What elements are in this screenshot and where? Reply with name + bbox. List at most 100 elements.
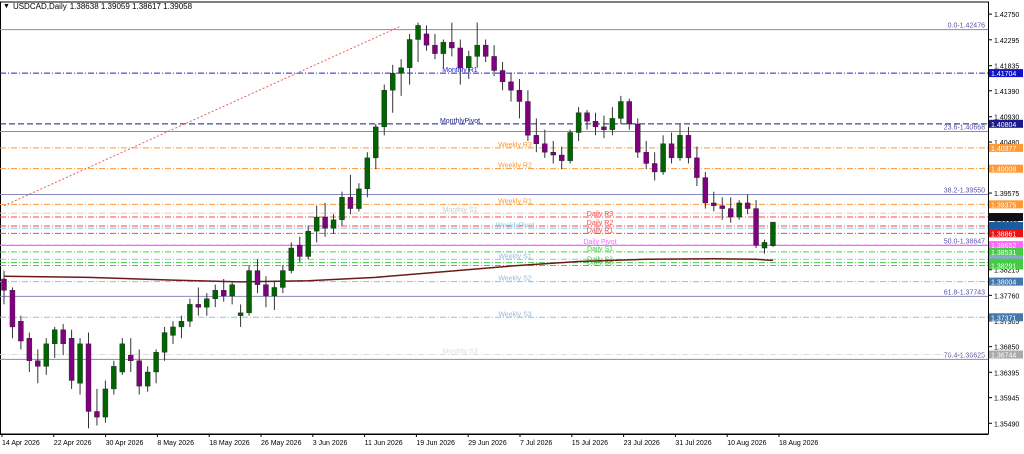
price-tag-label: 1.40377 [991, 146, 1016, 153]
candle-body [178, 321, 185, 328]
candle-body [635, 123, 641, 153]
candle-body [736, 202, 742, 218]
candle-body [626, 101, 632, 125]
x-tick-label: 22 Apr 2026 [54, 440, 92, 447]
y-tick-label: 1.35945 [994, 396, 1019, 403]
candle-body [466, 56, 472, 68]
y-tick-label: 1.35490 [994, 421, 1019, 428]
candle-body [170, 326, 176, 336]
candle-body [711, 202, 717, 206]
x-tick-label: 19 Jun 2026 [416, 440, 455, 447]
candle-body [668, 143, 675, 159]
candle-body [43, 343, 49, 367]
price-tag-label: 1.36744 [991, 353, 1016, 360]
x-tick-label: 30 Apr 2026 [106, 440, 144, 447]
candle-body [694, 157, 700, 178]
fib-level-label: 23.6-1.40668 [944, 124, 985, 131]
candle-body [406, 39, 413, 68]
candle-body [618, 101, 624, 119]
price-tag-label: 1.37371 [991, 315, 1016, 322]
ohlc-readout: 1.38638 1.39059 1.38617 1.39058 [69, 2, 193, 11]
candle-body [339, 197, 345, 221]
fib-level-label: 50.0-1.38647 [944, 238, 985, 245]
candle-body [482, 44, 489, 57]
candle-body [677, 135, 683, 159]
price-tag-label: 1.41704 [991, 71, 1016, 78]
candle-body [1, 278, 7, 291]
candle-body [305, 230, 311, 257]
pivot-level-label: Weekly R2 [498, 163, 532, 170]
candle-body [398, 67, 404, 74]
y-tick-label: 1.36395 [994, 370, 1019, 377]
candle-body [246, 270, 252, 314]
candle-body [280, 270, 286, 288]
price-chart[interactable]: 1.427501.422951.418351.413901.409301.404… [0, 0, 1024, 449]
pivot-level-label: Daily S1 [587, 246, 613, 253]
pivot-level-label: Daily R1 [587, 227, 614, 234]
x-tick-label: 11 Jun 2026 [365, 440, 403, 447]
candle-body [144, 371, 151, 387]
candle-body [601, 126, 607, 130]
x-tick-label: 29 Jun 2026 [468, 440, 507, 447]
candle-body [423, 33, 430, 46]
candle-body [643, 152, 649, 164]
candle-body [525, 101, 531, 136]
candle-body [94, 411, 100, 418]
candle-body [744, 202, 751, 209]
fib-level-label: 61.8-1.37743 [944, 289, 985, 296]
candle-body [660, 143, 666, 173]
candle-body [128, 354, 134, 361]
candle-body [254, 270, 261, 285]
candle-body [136, 360, 142, 387]
candle-body [440, 42, 447, 54]
candle-body [390, 73, 396, 91]
candle-body [415, 25, 421, 40]
candle-body [567, 132, 573, 161]
y-tick-label: 1.37760 [994, 293, 1019, 300]
candle-body [161, 332, 168, 353]
candle-body [153, 352, 159, 373]
candle-body [77, 343, 83, 384]
candle-body [288, 247, 294, 271]
candle-body [728, 208, 734, 218]
candle-body [364, 157, 371, 190]
candle-body [220, 290, 227, 297]
candle-body [575, 112, 582, 133]
x-tick-label: 14 Apr 2026 [2, 440, 40, 447]
pivot-level-label: Monthly S1 [442, 207, 477, 214]
candle-body [322, 216, 328, 229]
candle-body [195, 304, 202, 308]
pivot-level-label: Weekly S2 [498, 276, 531, 283]
candle-body [237, 312, 244, 316]
candle-body [491, 56, 497, 71]
candle-body [68, 337, 75, 381]
dropdown-caret-icon[interactable]: ▼ [3, 3, 10, 10]
pivot-level-label: Weekly R1 [498, 198, 532, 205]
candle-body [584, 112, 590, 122]
price-tag-label: 1.38004 [991, 280, 1016, 287]
candle-body [330, 219, 337, 229]
price-tag-label: 1.38291 [991, 263, 1016, 270]
x-tick-label: 10 Aug 2026 [727, 440, 766, 447]
candle-body [533, 135, 540, 144]
x-tick-label: 3 Jun 2026 [313, 440, 348, 447]
chart-root: ▼ USDCAD,Daily 1.38638 1.39059 1.38617 1… [0, 0, 1024, 449]
pivot-level-label: Daily R2 [587, 220, 614, 227]
candle-body [102, 388, 109, 418]
x-tick-label: 18 Aug 2026 [779, 440, 818, 447]
candle-body [753, 208, 759, 246]
candle-body [516, 90, 523, 102]
x-tick-label: 7 Jul 2026 [520, 440, 552, 447]
price-tag-bg [989, 213, 1023, 222]
pivot-level-label: Monthly S3 [442, 349, 477, 356]
candle-body [432, 44, 438, 54]
chart-header: ▼ USDCAD,Daily 1.38638 1.39059 1.38617 1… [3, 2, 192, 11]
pivot-level-label: Daily R3 [587, 211, 614, 218]
y-tick-label: 1.42750 [994, 12, 1019, 19]
x-tick-label: 23 Jul 2026 [624, 440, 660, 447]
candle-body [313, 216, 320, 232]
pivot-level-label: Weekly S1 [498, 253, 531, 260]
fib-level-label: 0.0-1.42476 [948, 23, 985, 30]
candle-body [85, 343, 92, 412]
candle-body [651, 163, 658, 173]
